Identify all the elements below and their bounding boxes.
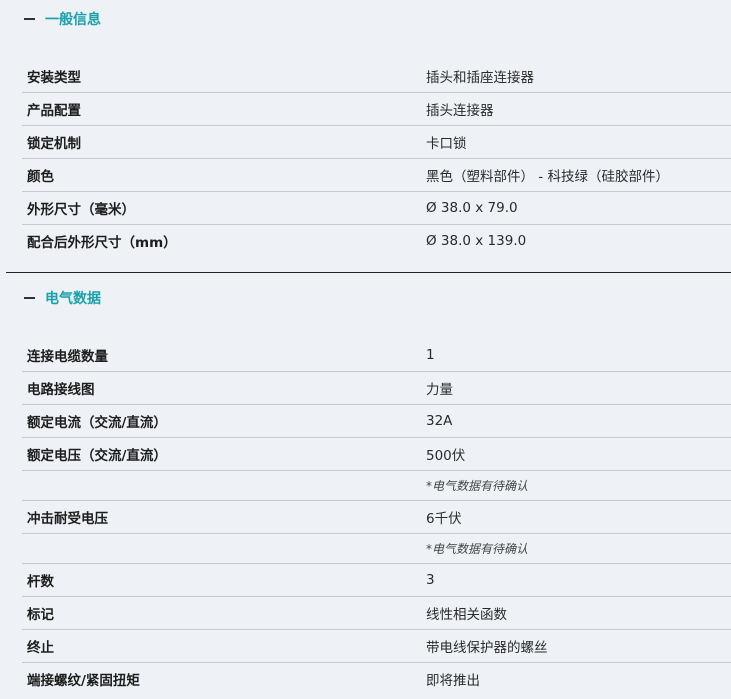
- general-info-table: 安装类型 插头和插座连接器 产品配置 插头连接器 锁定机制 卡口锁 颜色 黑色（…: [22, 60, 731, 257]
- row-label: 终止: [27, 640, 54, 656]
- row-value: 插头和插座连接器: [426, 70, 534, 86]
- table-row: 连接电缆数量 1: [22, 339, 731, 372]
- row-value: 卡口锁: [426, 136, 467, 152]
- general-info-header[interactable]: 一般信息: [0, 0, 731, 38]
- electrical-data-table: 连接电缆数量 1 电路接线图 力量 额定电流（交流/直流） 32A 额定电压（交…: [22, 339, 731, 695]
- row-label: 连接电缆数量: [27, 349, 108, 365]
- row-label: 锁定机制: [27, 136, 81, 152]
- row-value: 500伏: [426, 448, 466, 464]
- table-row: 额定电压（交流/直流） 500伏: [22, 438, 731, 471]
- row-label: 端接螺纹/紧固扭矩: [27, 673, 140, 689]
- table-row: 额定电流（交流/直流） 32A: [22, 405, 731, 438]
- table-row: 配合后外形尺寸（mm） Ø 38.0 x 139.0: [22, 225, 731, 257]
- section-title: 一般信息: [45, 12, 101, 28]
- table-row: 外形尺寸（毫米） Ø 38.0 x 79.0: [22, 192, 731, 225]
- table-row-note: *电气数据有待确认: [22, 534, 731, 564]
- table-row: 杆数 3: [22, 564, 731, 597]
- table-row: 锁定机制 卡口锁: [22, 126, 731, 159]
- note-text: *电气数据有待确认: [426, 542, 529, 556]
- row-value: 黑色（塑料部件） - 科技绿（硅胶部件）: [426, 169, 669, 185]
- row-value: 3: [426, 572, 435, 588]
- row-label: 安装类型: [27, 70, 81, 86]
- row-value: 6千伏: [426, 511, 462, 527]
- note-text: *电气数据有待确认: [426, 479, 529, 493]
- row-value: Ø 38.0 x 139.0: [426, 233, 527, 249]
- row-value: 1: [426, 347, 435, 363]
- row-label: 电路接线图: [27, 382, 95, 398]
- row-label: 额定电压（交流/直流）: [27, 448, 167, 464]
- table-row: 电路接线图 力量: [22, 372, 731, 405]
- table-row: 安装类型 插头和插座连接器: [22, 60, 731, 93]
- row-label: 标记: [27, 607, 54, 623]
- row-label: 颜色: [27, 169, 54, 185]
- row-label: 外形尺寸（毫米）: [27, 202, 135, 218]
- collapse-icon[interactable]: [24, 18, 35, 20]
- table-row: 颜色 黑色（塑料部件） - 科技绿（硅胶部件）: [22, 159, 731, 192]
- electrical-data-header[interactable]: 电气数据: [0, 279, 731, 317]
- row-value: Ø 38.0 x 79.0: [426, 200, 518, 216]
- table-row: 终止 带电线保护器的螺丝: [22, 630, 731, 663]
- table-row: 标记 线性相关函数: [22, 597, 731, 630]
- table-row: 冲击耐受电压 6千伏: [22, 501, 731, 534]
- table-row: 端接螺纹/紧固扭矩 即将推出: [22, 663, 731, 695]
- row-value: 力量: [426, 382, 453, 398]
- table-row-note: *电气数据有待确认: [22, 471, 731, 501]
- table-row: 产品配置 插头连接器: [22, 93, 731, 126]
- electrical-data-section: 电气数据 连接电缆数量 1 电路接线图 力量 额定电流（交流/直流） 32A 额…: [0, 273, 731, 695]
- section-title: 电气数据: [45, 291, 101, 307]
- collapse-icon[interactable]: [24, 297, 35, 299]
- row-value: 带电线保护器的螺丝: [426, 640, 548, 656]
- row-value: 线性相关函数: [426, 607, 507, 623]
- row-label: 配合后外形尺寸（mm）: [27, 235, 177, 251]
- row-value: 32A: [426, 413, 453, 429]
- row-label: 产品配置: [27, 103, 81, 119]
- row-label: 杆数: [27, 574, 54, 590]
- row-label: 冲击耐受电压: [27, 511, 108, 527]
- row-value: 即将推出: [426, 673, 480, 689]
- general-info-section: 一般信息 安装类型 插头和插座连接器 产品配置 插头连接器 锁定机制 卡口锁 颜…: [0, 0, 731, 273]
- row-label: 额定电流（交流/直流）: [27, 415, 167, 431]
- row-value: 插头连接器: [426, 103, 494, 119]
